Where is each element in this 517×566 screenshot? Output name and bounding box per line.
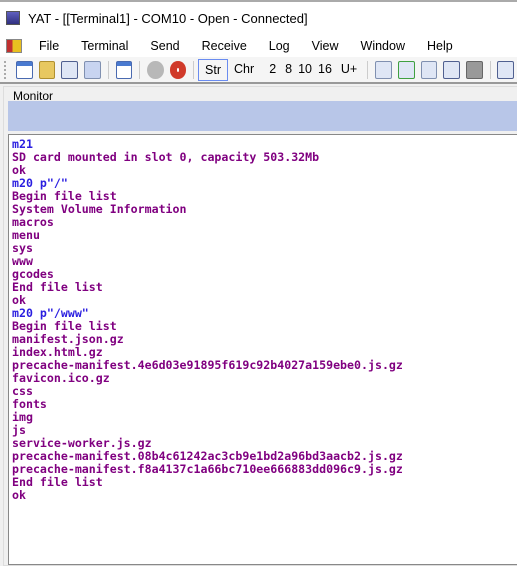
open-port-icon[interactable] bbox=[147, 60, 164, 79]
received-line: favicon.ico.gz bbox=[12, 371, 110, 385]
app-icon bbox=[6, 11, 20, 25]
menu-receive[interactable]: Receive bbox=[191, 39, 258, 53]
received-line: System Volume Information bbox=[12, 202, 187, 216]
print-icon[interactable] bbox=[465, 60, 483, 79]
separator bbox=[489, 60, 491, 79]
monitor-header-band bbox=[8, 101, 517, 131]
radix-hex-button[interactable]: 16 bbox=[315, 59, 335, 81]
radix-oct-button[interactable]: 8 bbox=[282, 59, 295, 81]
separator bbox=[367, 60, 369, 79]
separator bbox=[107, 60, 109, 79]
save-icon[interactable] bbox=[61, 60, 78, 79]
received-line: SD card mounted in slot 0, capacity 503.… bbox=[12, 150, 320, 164]
toolbar: Str Chr 2 8 10 16 U+ bbox=[0, 57, 517, 84]
received-line: sys bbox=[12, 241, 33, 255]
refresh-monitor-icon[interactable] bbox=[397, 60, 415, 79]
menu-view[interactable]: View bbox=[301, 39, 350, 53]
menu-send[interactable]: Send bbox=[139, 39, 190, 53]
received-line: ok bbox=[12, 488, 26, 502]
radix-unicode-button[interactable]: U+ bbox=[335, 59, 363, 81]
save-monitor-icon[interactable] bbox=[443, 60, 460, 79]
menu-file[interactable]: File bbox=[28, 39, 70, 53]
radix-bin-button[interactable]: 2 bbox=[263, 59, 282, 81]
menu-bar: File Terminal Send Receive Log View Wind… bbox=[0, 34, 517, 57]
separator bbox=[193, 60, 195, 79]
received-line: img bbox=[12, 410, 33, 424]
radix-chr-button[interactable]: Chr bbox=[228, 59, 260, 81]
save-all-icon[interactable] bbox=[83, 60, 101, 79]
clear-monitor-icon[interactable] bbox=[375, 60, 392, 79]
window-title: YAT - [[Terminal1] - COM10 - Open - Conn… bbox=[28, 10, 308, 26]
separator bbox=[139, 60, 141, 79]
new-terminal-icon[interactable] bbox=[15, 60, 33, 79]
edit-settings-icon[interactable] bbox=[115, 60, 133, 79]
received-line: End file list bbox=[12, 475, 103, 489]
toolbar-grip[interactable] bbox=[4, 60, 7, 79]
received-line: macros bbox=[12, 215, 54, 229]
menu-log[interactable]: Log bbox=[258, 39, 301, 53]
received-line: ok bbox=[12, 163, 26, 177]
title-bar: YAT - [[Terminal1] - COM10 - Open - Conn… bbox=[0, 0, 517, 34]
received-line: fonts bbox=[12, 397, 47, 411]
received-line: css bbox=[12, 384, 33, 398]
radix-dec-button[interactable]: 10 bbox=[295, 59, 315, 81]
menu-help[interactable]: Help bbox=[416, 39, 464, 53]
close-port-icon[interactable] bbox=[169, 60, 187, 79]
copy-monitor-icon[interactable] bbox=[420, 60, 438, 79]
menu-window[interactable]: Window bbox=[350, 39, 416, 53]
monitor-group: Monitor m21 SD card mounted in slot 0, ca… bbox=[3, 86, 517, 566]
radix-str-button[interactable]: Str bbox=[198, 58, 229, 81]
received-line: menu bbox=[12, 228, 40, 242]
mdi-window-icon[interactable] bbox=[6, 38, 22, 53]
received-line: www bbox=[12, 254, 33, 268]
received-line: End file list bbox=[12, 280, 103, 294]
find-icon[interactable] bbox=[497, 60, 515, 79]
monitor-text-area[interactable]: m21 SD card mounted in slot 0, capacity 5… bbox=[8, 134, 517, 565]
open-folder-icon[interactable] bbox=[38, 60, 56, 79]
menu-terminal[interactable]: Terminal bbox=[70, 39, 139, 53]
